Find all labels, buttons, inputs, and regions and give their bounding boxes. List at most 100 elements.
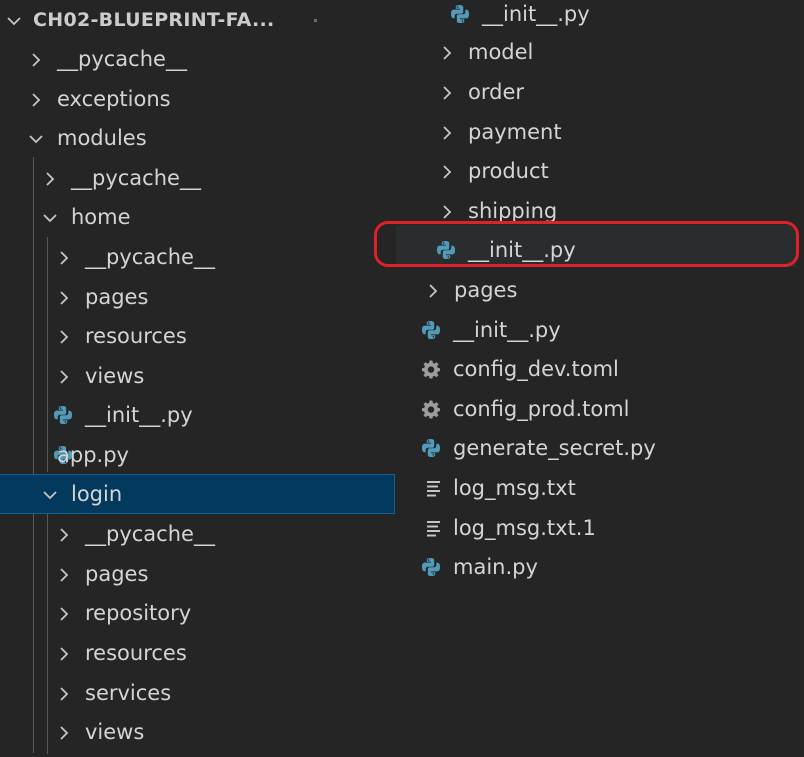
tree-folder-order[interactable]: order [394, 73, 804, 112]
tree-item-label: generate_secret.py [453, 436, 656, 460]
tree-file-init-py-highlighted[interactable]: __init__.py [396, 225, 796, 267]
tree-item-label: exceptions [57, 87, 171, 111]
explorer-left-panel: CH02-BLUEPRINT-FA... __pycache__ excepti… [0, 0, 395, 757]
tree-folder-home[interactable]: home [0, 198, 394, 237]
tree-file-main-py[interactable]: main.py [394, 548, 804, 587]
tree-item-label: __init__.py [85, 403, 193, 427]
text-file-icon [425, 518, 445, 538]
tree-folder-views[interactable]: views [0, 713, 394, 752]
tree-item-label: log_msg.txt [453, 476, 576, 500]
chevron-right-icon [41, 170, 59, 188]
gear-icon [421, 359, 441, 379]
tree-item-label: __pycache__ [85, 245, 215, 269]
chevron-right-icon [55, 645, 73, 663]
tree-folder-modules[interactable]: modules [0, 119, 394, 158]
tree-folder-pycache[interactable]: __pycache__ [0, 515, 394, 554]
chevron-right-icon [438, 203, 456, 221]
text-file-icon [425, 478, 445, 498]
tree-item-label: __pycache__ [57, 47, 187, 71]
tree-folder-exceptions[interactable]: exceptions [0, 80, 394, 119]
tree-item-label: views [85, 720, 145, 744]
tree-item-label: log_msg.txt.1 [453, 516, 596, 540]
python-file-icon [421, 438, 441, 458]
explorer-right-panel: __init__.py model order payment product … [394, 0, 804, 757]
chevron-right-icon [55, 368, 73, 386]
explorer-root-folder[interactable]: CH02-BLUEPRINT-FA... [0, 1, 394, 40]
tree-folder-login[interactable]: login [0, 474, 395, 514]
tree-folder-pycache[interactable]: __pycache__ [0, 238, 394, 277]
tree-item-label: main.py [453, 555, 538, 579]
tree-item-label: model [468, 40, 534, 64]
tree-file-config-prod[interactable]: config_prod.toml [394, 390, 804, 429]
chevron-right-icon [438, 124, 456, 142]
explorer-root-label: CH02-BLUEPRINT-FA... [33, 9, 275, 31]
tree-folder-pages[interactable]: pages [0, 555, 394, 594]
chevron-right-icon [55, 289, 73, 307]
tree-item-label: services [85, 681, 172, 705]
chevron-right-icon [438, 163, 456, 181]
tree-file-init-py[interactable]: __init__.py [0, 396, 394, 435]
tree-item-label: pages [85, 285, 149, 309]
tree-folder-model[interactable]: model [394, 33, 804, 72]
chevron-right-icon [55, 328, 73, 346]
tree-item-label: order [468, 80, 524, 104]
divider-dot [314, 19, 317, 22]
tree-file-config-dev[interactable]: config_dev.toml [394, 350, 804, 389]
tree-item-label: pages [454, 278, 518, 302]
tree-file-app-py[interactable]: app.py [0, 436, 394, 475]
tree-file-init-py[interactable]: __init__.py [394, 311, 804, 350]
chevron-right-icon [438, 44, 456, 62]
tree-item-label: home [71, 205, 131, 229]
chevron-down-icon [5, 12, 23, 30]
tree-item-label: app.py [57, 443, 129, 467]
python-file-icon [436, 240, 456, 260]
tree-item-label: payment [468, 120, 562, 144]
tree-item-label: __init__.py [482, 2, 590, 26]
tree-folder-payment[interactable]: payment [394, 113, 804, 152]
python-file-icon [421, 557, 441, 577]
chevron-right-icon [27, 51, 45, 69]
tree-folder-views[interactable]: views [0, 357, 394, 396]
chevron-down-icon [41, 486, 59, 504]
tree-item-label: modules [57, 126, 147, 150]
tree-item-label: login [71, 482, 123, 506]
chevron-down-icon [41, 209, 59, 227]
tree-file-log-msg-1[interactable]: log_msg.txt.1 [394, 509, 804, 548]
tree-file-init-py[interactable]: __init__.py [394, 0, 804, 34]
tree-item-label: __pycache__ [71, 166, 201, 190]
chevron-right-icon [424, 282, 442, 300]
tree-item-label: product [468, 159, 549, 183]
chevron-right-icon [55, 605, 73, 623]
chevron-right-icon [438, 84, 456, 102]
chevron-right-icon [27, 91, 45, 109]
python-file-icon [421, 320, 441, 340]
chevron-right-icon [55, 526, 73, 544]
tree-folder-product[interactable]: product [394, 152, 804, 191]
chevron-down-icon [27, 130, 45, 148]
tree-item-label: config_dev.toml [453, 357, 619, 381]
tree-file-log-msg[interactable]: log_msg.txt [394, 469, 804, 508]
chevron-right-icon [55, 566, 73, 584]
tree-item-label: __init__.py [453, 318, 561, 342]
tree-folder-pages[interactable]: pages [0, 278, 394, 317]
tree-folder-resources[interactable]: resources [0, 317, 394, 356]
gear-icon [421, 399, 441, 419]
python-file-icon [53, 405, 73, 425]
tree-folder-services[interactable]: services [0, 674, 394, 713]
tree-file-generate-secret[interactable]: generate_secret.py [394, 429, 804, 468]
tree-folder-pycache[interactable]: __pycache__ [0, 40, 394, 79]
explorer-view: CH02-BLUEPRINT-FA... __pycache__ excepti… [0, 0, 804, 757]
tree-folder-pycache[interactable]: __pycache__ [0, 159, 394, 198]
tree-item-label: pages [85, 562, 149, 586]
tree-folder-resources[interactable]: resources [0, 634, 394, 673]
tree-folder-repository[interactable]: repository [0, 594, 394, 633]
tree-folder-pages[interactable]: pages [394, 271, 804, 310]
tree-item-label: repository [85, 601, 192, 625]
tree-item-label: resources [85, 324, 187, 348]
tree-item-label: __pycache__ [85, 522, 215, 546]
chevron-right-icon [55, 685, 73, 703]
python-file-icon [450, 4, 470, 24]
chevron-right-icon [55, 724, 73, 742]
tree-item-label: config_prod.toml [453, 397, 630, 421]
chevron-right-icon [55, 249, 73, 267]
